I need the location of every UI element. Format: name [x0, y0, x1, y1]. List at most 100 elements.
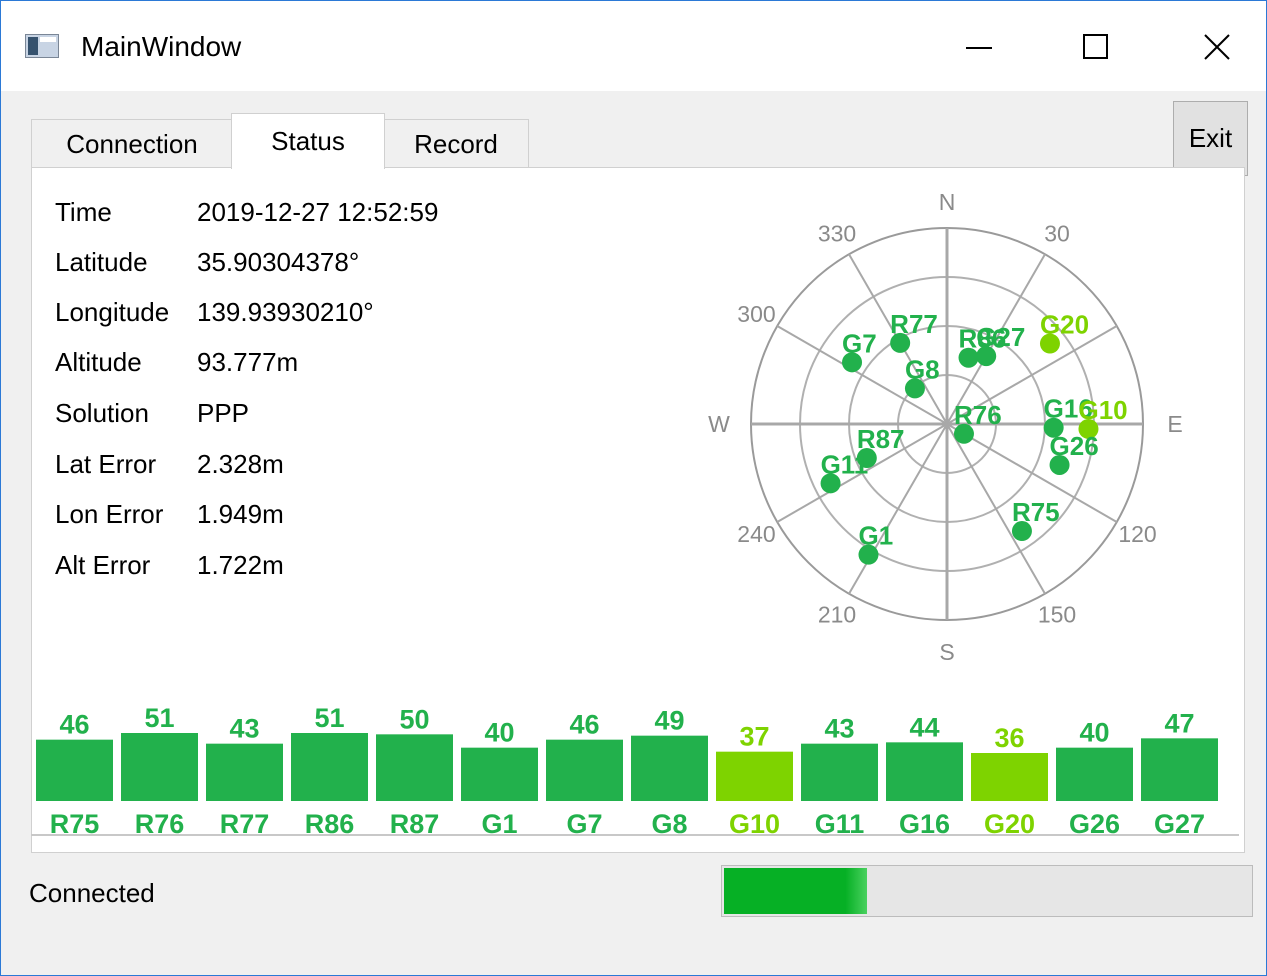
signal-bar [716, 751, 793, 801]
satellite-label: G11 [821, 449, 869, 479]
azimuth-label: 120 [1118, 521, 1156, 547]
signal-bar [801, 743, 878, 801]
app-icon [25, 34, 59, 58]
tab-record[interactable]: Record [383, 119, 529, 169]
signal-bar-group: 40 G1 [461, 718, 538, 839]
satellite-id-label: R87 [390, 809, 440, 839]
signal-bar-group: 46 R75 [36, 710, 113, 839]
close-icon [1204, 34, 1230, 60]
signal-value-label: 36 [994, 723, 1024, 753]
minimize-button[interactable] [939, 19, 1019, 75]
signal-bar-group: 50 R87 [376, 704, 453, 839]
satellite-label: G27 [976, 322, 1025, 352]
signal-bar-group: 51 R86 [291, 703, 368, 839]
signal-value-label: 49 [654, 706, 684, 736]
maximize-button[interactable] [1056, 19, 1136, 75]
window-title: MainWindow [81, 31, 242, 62]
signal-bar [121, 733, 198, 801]
signal-value-label: 43 [229, 714, 259, 744]
tab-connection[interactable]: Connection [31, 119, 233, 169]
connection-status: Connected [29, 878, 155, 908]
info-label: Altitude [55, 347, 142, 377]
azimuth-label: 30 [1044, 220, 1070, 246]
info-value: 35.90304378° [197, 247, 360, 277]
satellite-label: G1 [858, 521, 893, 551]
azimuth-label: 300 [737, 301, 775, 327]
progress-bar [721, 865, 1253, 917]
signal-bar [546, 739, 623, 801]
satellite-label: R75 [1012, 497, 1060, 527]
signal-value-label: 46 [569, 710, 599, 740]
satellite-g27: G27 [976, 322, 1025, 367]
satellite-label: R77 [890, 309, 938, 339]
satellite-g7: G7 [842, 328, 877, 373]
info-value: 2019-12-27 12:52:59 [197, 197, 439, 227]
cardinal-label-w: W [708, 411, 730, 437]
satellite-id-label: G26 [1069, 809, 1120, 839]
signal-bar-group: 43 G11 [801, 714, 878, 839]
signal-value-label: 47 [1164, 708, 1194, 738]
satellite-id-label: R77 [220, 809, 270, 839]
azimuth-label: 240 [737, 521, 775, 547]
signal-value-label: 51 [144, 703, 174, 733]
close-button[interactable] [1177, 19, 1257, 75]
signal-value-label: 51 [314, 703, 344, 733]
main-window: MainWindow Connection Status Record Exit… [0, 0, 1267, 976]
info-label: Longitude [55, 297, 170, 327]
satellite-id-label: G16 [899, 809, 950, 839]
signal-bar-group: 44 G16 [886, 712, 963, 839]
signal-bar [291, 733, 368, 801]
signal-bar-group: 49 G8 [631, 706, 708, 839]
signal-bar-group: 40 G26 [1056, 718, 1133, 839]
exit-button[interactable]: Exit [1173, 101, 1248, 176]
satellite-g8: G8 [904, 354, 940, 399]
signal-bar-group: 36 G20 [971, 723, 1048, 839]
satellite-label: G10 [1078, 395, 1127, 425]
signal-value-label: 50 [399, 704, 429, 734]
satellite-label: G20 [1040, 310, 1089, 340]
satellite-id-label: G11 [815, 809, 865, 839]
info-label: Solution [55, 398, 149, 428]
progress-fill [724, 868, 867, 914]
signal-bar-group: 47 G27 [1141, 708, 1218, 839]
signal-bar-group: 37 G10 [716, 722, 793, 839]
signal-bar [971, 753, 1048, 801]
info-label: Lon Error [55, 499, 164, 529]
satellite-label: G7 [842, 328, 877, 358]
satellite-label: R76 [954, 400, 1002, 430]
satellite-id-label: R75 [50, 809, 100, 839]
satellite-id-label: G27 [1154, 809, 1205, 839]
signal-bar-group: 51 R76 [121, 703, 198, 839]
signal-value-label: 40 [484, 718, 514, 748]
satellite-r75: R75 [1011, 497, 1060, 542]
signal-bar [206, 743, 283, 801]
satellite-id-label: R86 [305, 809, 355, 839]
satellite-id-label: G1 [481, 809, 517, 839]
signal-value-label: 44 [909, 712, 939, 742]
info-label: Latitude [55, 247, 148, 277]
signal-bar [36, 739, 113, 801]
signal-value-label: 37 [739, 722, 769, 752]
cardinal-label-s: S [939, 639, 954, 665]
signal-bar-group: 43 R77 [206, 714, 283, 839]
cardinal-label-e: E [1167, 411, 1182, 437]
signal-bar [1141, 738, 1218, 801]
signal-bar-group: 46 G7 [546, 710, 623, 839]
info-value: PPP [197, 398, 250, 428]
signal-bar-chart: 46 R75 51 R76 43 R77 51 R86 50 R87 40 G1 46 G7 49 G8 37 G… [31, 703, 1239, 839]
signal-value-label: 40 [1079, 718, 1109, 748]
satellite-id-label: G10 [729, 809, 780, 839]
info-value: 139.93930210° [197, 297, 374, 327]
maximize-icon [1083, 34, 1108, 59]
title-bar[interactable]: MainWindow [1, 1, 1266, 91]
cardinal-label-n: N [939, 189, 956, 215]
signal-value-label: 43 [824, 714, 854, 744]
signal-value-label: 46 [59, 710, 89, 740]
info-value: 93.777m [197, 347, 299, 377]
satellite-id-label: G20 [984, 809, 1035, 839]
info-label: Time [55, 197, 112, 227]
sky-plot: NESW30120150210240300330R77G7 R86G27 G20G8… [708, 189, 1183, 665]
satellite-g11: G11 [820, 449, 869, 494]
tab-status[interactable]: Status [231, 113, 385, 169]
satellite-id-label: R76 [135, 809, 185, 839]
